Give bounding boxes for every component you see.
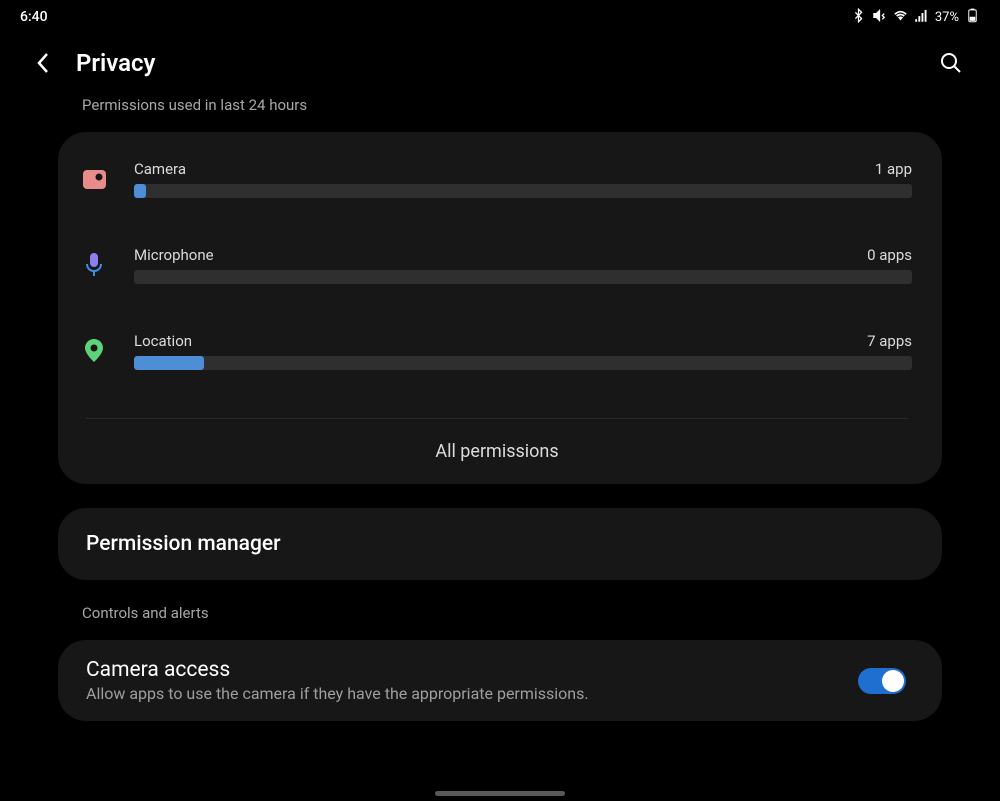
permissions-card: Camera 1 app Microphone 0 apps [58, 132, 942, 484]
page-title: Privacy [76, 49, 918, 77]
permission-count: 7 apps [867, 332, 912, 350]
usage-bar [134, 356, 912, 370]
usage-fill [134, 184, 146, 198]
battery-icon [965, 8, 980, 27]
permission-name: Camera [134, 160, 186, 178]
back-button[interactable] [28, 48, 58, 78]
usage-bar [134, 270, 912, 284]
status-icons: 37% [851, 8, 980, 27]
status-time: 6:40 [20, 9, 48, 25]
header: Privacy [0, 30, 1000, 96]
permission-row-location[interactable]: Location 7 apps [82, 332, 912, 370]
permission-count: 0 apps [867, 246, 912, 264]
camera-icon [82, 167, 106, 191]
microphone-icon [82, 253, 106, 277]
permission-row-microphone[interactable]: Microphone 0 apps [82, 246, 912, 284]
permission-row-camera[interactable]: Camera 1 app [82, 160, 912, 198]
switch-knob [882, 670, 904, 692]
toggle-subtitle: Allow apps to use the camera if they hav… [86, 684, 834, 703]
usage-bar [134, 184, 912, 198]
location-icon [82, 339, 106, 363]
section-label-permissions: Permissions used in last 24 hours [82, 96, 942, 114]
permission-manager-button[interactable]: Permission manager [58, 508, 942, 580]
permission-count: 1 app [875, 160, 912, 178]
status-bar: 6:40 37% [0, 0, 1000, 30]
search-icon [939, 51, 963, 75]
usage-fill [134, 356, 204, 370]
permission-name: Location [134, 332, 192, 350]
signal-icon [914, 8, 929, 27]
wifi-icon [893, 8, 908, 27]
all-permissions-button[interactable]: All permissions [82, 419, 912, 484]
back-icon [36, 52, 50, 74]
bluetooth-icon [851, 8, 866, 27]
section-label-controls: Controls and alerts [82, 604, 942, 622]
search-button[interactable] [936, 48, 966, 78]
battery-percent: 37% [935, 10, 959, 25]
mute-icon [872, 8, 887, 27]
home-indicator[interactable] [435, 791, 565, 796]
camera-access-row[interactable]: Camera access Allow apps to use the came… [58, 640, 942, 721]
toggle-title: Camera access [86, 658, 834, 682]
permission-name: Microphone [134, 246, 214, 264]
camera-access-toggle[interactable] [858, 668, 906, 694]
